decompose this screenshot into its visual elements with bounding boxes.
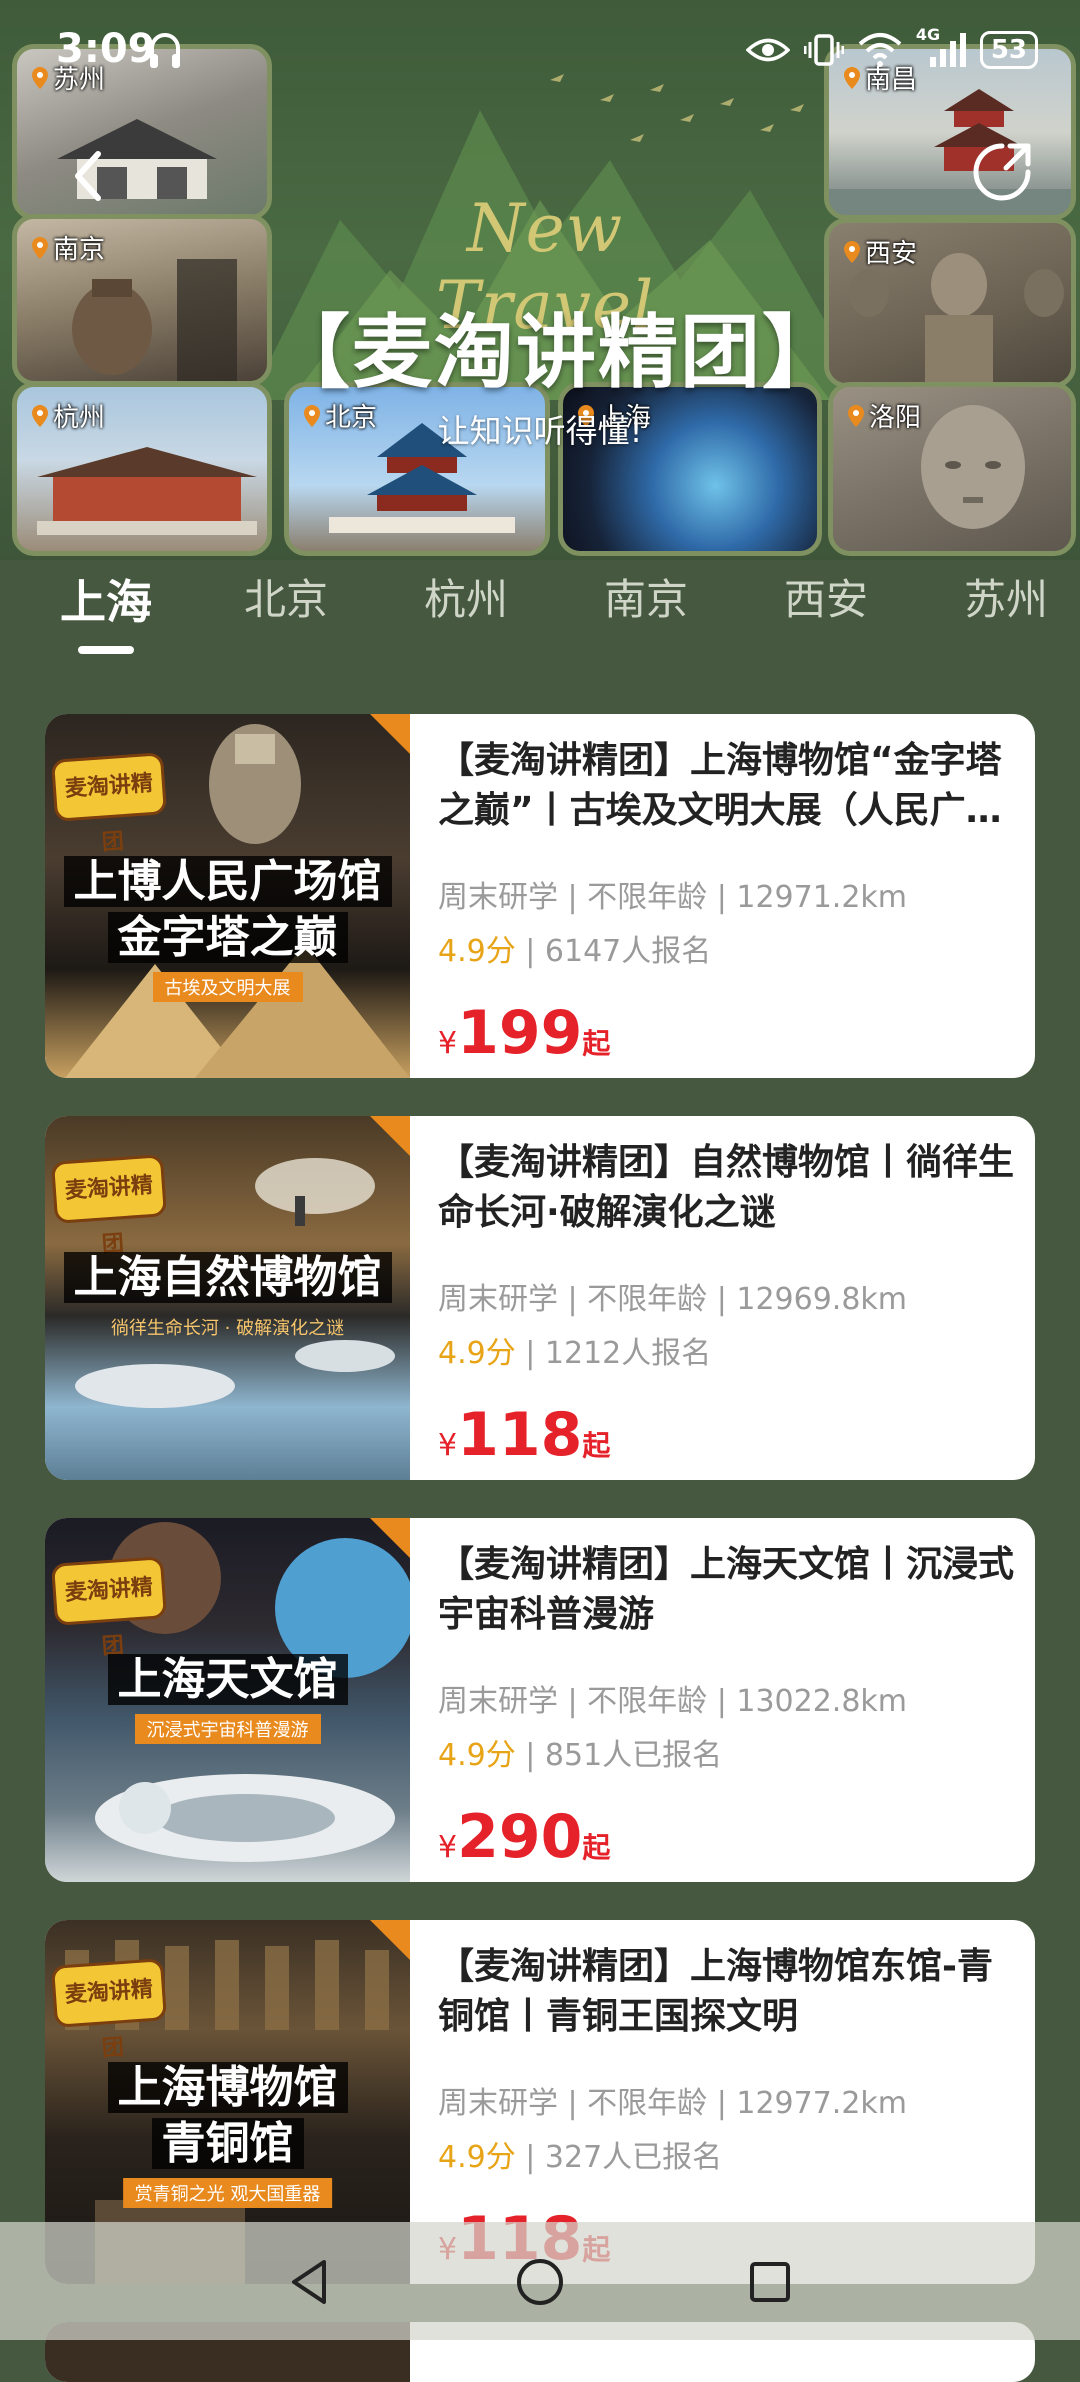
course-rating: 4.9分 | 6147人报名 [438, 926, 711, 970]
rating-unit: 分 [485, 1336, 516, 1371]
course-card[interactable]: 麦淘讲精团 上海天文馆 沉浸式宇宙科普漫游 【麦淘讲精团】上海天文馆丨沉浸式宇宙… [45, 1518, 1035, 1882]
location-pin-icon [32, 236, 48, 259]
tab-beijing[interactable]: 北京 [216, 566, 356, 627]
course-meta: 周末研学 | 不限年龄 | 13022.8km [438, 1684, 908, 1719]
system-nav-bar [0, 2222, 1080, 2340]
thumbnail-title: 上博人民广场馆 [45, 854, 410, 910]
rating-score: 4.9 [438, 934, 486, 969]
rating-unit: 分 [485, 1738, 516, 1773]
status-bar: 3:09 4G 53 [0, 0, 1080, 100]
location-pin-icon [32, 404, 48, 427]
signup-count: | 327人已报名 [515, 2140, 723, 2175]
city-tile-label: 洛阳 [847, 397, 921, 434]
city-tile-label: 南京 [31, 229, 105, 266]
price-value: 290 [457, 1802, 583, 1872]
course-rating: 4.9分 | 327人已报名 [438, 2132, 722, 2176]
currency-symbol: ¥ [438, 1428, 458, 1463]
city-tile-nanjing[interactable]: 南京 [12, 214, 272, 386]
status-time: 3:09 [56, 26, 156, 72]
course-title: 【麦淘讲精团】自然博物馆丨徜徉生命长河·破解演化之谜 [438, 1142, 1015, 1233]
triangle-back-icon[interactable] [280, 2252, 340, 2312]
city-tile-label: 杭州 [31, 397, 105, 434]
vibrate-icon [803, 34, 844, 66]
course-card[interactable]: 麦淘讲精团 上海自然博物馆 徜徉生命长河 · 破解演化之谜 【麦淘讲精团】自然博… [45, 1116, 1035, 1480]
share-button[interactable] [966, 136, 1038, 208]
page-title: 【麦淘讲精团】 [270, 306, 844, 399]
location-pin-icon [844, 240, 860, 263]
course-title: 【麦淘讲精团】上海博物馆“金字塔之巅”丨古埃及文明大展（人民广场馆） [438, 740, 1002, 831]
course-price: ¥118起 [438, 1400, 610, 1470]
rating-unit: 分 [485, 2140, 516, 2175]
location-pin-icon [304, 404, 320, 427]
course-thumbnail: 麦淘讲精团 上博人民广场馆 金字塔之巅 古埃及文明大展 [45, 714, 410, 1078]
brand-badge: 麦淘讲精团 [50, 1958, 168, 2062]
thumbnail-subtitle: 青铜馆 [45, 2116, 410, 2172]
battery-indicator: 53 [979, 31, 1038, 69]
price-suffix: 起 [582, 1429, 611, 1462]
course-title: 【麦淘讲精团】上海天文馆丨沉浸式宇宙科普漫游 [438, 1544, 1015, 1635]
thumbnail-subtitle: 金字塔之巅 [45, 910, 410, 966]
active-tab-indicator [78, 646, 134, 654]
city-tile-luoyang[interactable]: 洛阳 [828, 382, 1076, 556]
thumbnail-tag: 沉浸式宇宙科普漫游 [134, 1714, 321, 1744]
course-meta: 周末研学 | 不限年龄 | 12969.8km [438, 1282, 908, 1317]
price-value: 118 [457, 1400, 583, 1470]
circle-home-icon[interactable] [510, 2252, 570, 2312]
tab-suzhou[interactable]: 苏州 [936, 566, 1076, 627]
rating-score: 4.9 [438, 1336, 486, 1371]
thumbnail-corner [370, 1920, 410, 1960]
city-tile-xian[interactable]: 西安 [824, 218, 1076, 388]
signup-count: | 1212人报名 [515, 1336, 712, 1371]
tab-hangzhou[interactable]: 杭州 [396, 566, 536, 627]
wifi-icon [858, 33, 902, 67]
status-icons: 4G 53 [745, 25, 1038, 74]
price-suffix: 起 [582, 1831, 611, 1864]
location-pin-icon [848, 404, 864, 427]
course-rating: 4.9分 | 851人已报名 [438, 1730, 722, 1774]
course-thumbnail: 麦淘讲精团 上海天文馆 沉浸式宇宙科普漫游 [45, 1518, 410, 1882]
signup-count: | 6147人报名 [515, 934, 712, 969]
course-card[interactable]: 麦淘讲精团 上博人民广场馆 金字塔之巅 古埃及文明大展 【麦淘讲精团】上海博物馆… [45, 714, 1035, 1078]
signup-count: | 851人已报名 [515, 1738, 723, 1773]
price-suffix: 起 [582, 1027, 611, 1060]
course-thumbnail: 麦淘讲精团 上海自然博物馆 徜徉生命长河 · 破解演化之谜 [45, 1116, 410, 1480]
rating-unit: 分 [485, 934, 516, 969]
rating-score: 4.9 [438, 1738, 486, 1773]
tab-nanjing[interactable]: 南京 [576, 566, 716, 627]
back-button[interactable] [54, 140, 126, 212]
course-price: ¥199起 [438, 998, 610, 1068]
tab-xian[interactable]: 西安 [756, 566, 896, 627]
thumbnail-title: 上海博物馆 [45, 2060, 410, 2116]
city-tile-label: 西安 [843, 233, 917, 270]
city-tile-hangzhou[interactable]: 杭州 [12, 382, 272, 556]
page-subtitle: 让知识听得懂! [437, 412, 643, 450]
thumbnail-tag: 赏青铜之光 观大国重器 [122, 2178, 333, 2208]
eye-icon [745, 38, 790, 62]
currency-symbol: ¥ [438, 1830, 458, 1865]
thumbnail-title: 上海天文馆 [45, 1652, 410, 1708]
brand-badge: 麦淘讲精团 [50, 1556, 168, 1660]
city-tabs: 上海 北京 杭州 南京 西安 苏州 [0, 566, 1080, 656]
rating-score: 4.9 [438, 2140, 486, 2175]
thumbnail-tag: 徜徉生命长河 · 破解演化之谜 [110, 1318, 345, 1339]
tab-shanghai[interactable]: 上海 [36, 566, 176, 632]
course-title: 【麦淘讲精团】上海博物馆东馆-青铜馆丨青铜王国探文明 [438, 1946, 993, 2037]
price-value: 199 [457, 998, 583, 1068]
course-rating: 4.9分 | 1212人报名 [438, 1328, 711, 1372]
course-meta: 周末研学 | 不限年龄 | 12971.2km [438, 880, 908, 915]
thumbnail-tag: 古埃及文明大展 [152, 972, 303, 1002]
thumbnail-corner [370, 1116, 410, 1156]
thumbnail-corner [370, 714, 410, 754]
headset-icon [150, 33, 180, 68]
course-meta: 周末研学 | 不限年龄 | 12977.2km [438, 2086, 908, 2121]
course-price: ¥290起 [438, 1802, 610, 1872]
brand-badge: 麦淘讲精团 [50, 752, 168, 856]
currency-symbol: ¥ [438, 1026, 458, 1061]
brand-badge: 麦淘讲精团 [50, 1154, 168, 1258]
thumbnail-corner [370, 1518, 410, 1558]
signal-icon: 4G [916, 25, 966, 69]
square-recent-icon[interactable] [740, 2252, 800, 2312]
thumbnail-title: 上海自然博物馆 [45, 1250, 410, 1306]
